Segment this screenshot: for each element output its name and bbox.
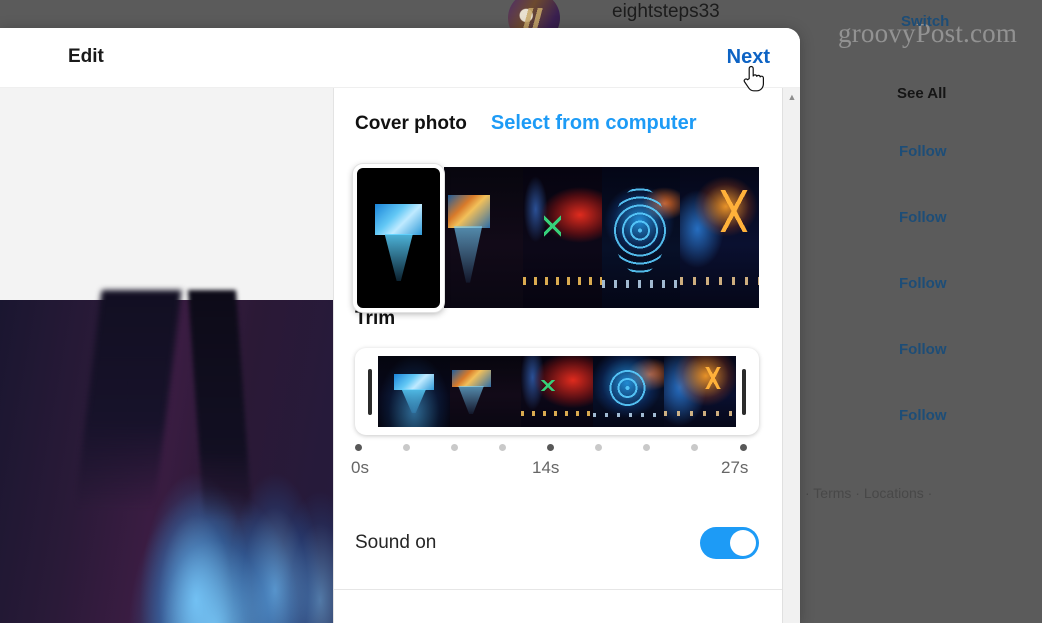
timeline-tick-6 [595,444,602,451]
footer-links[interactable]: · Terms · Locations · [805,485,932,501]
frame-stagelights-graphic [601,279,681,289]
frame-rings-graphic [614,186,667,275]
cover-frame-2[interactable] [444,167,524,308]
frame-stagelights-graphic [680,277,759,286]
frame-squiggle-graphic [714,189,753,232]
modal-header: Edit Next [0,28,800,88]
trim-frame-3[interactable] [521,356,593,427]
timeline-time-labels: 0s 14s 27s [351,458,759,480]
timeline-tick-row [355,442,759,454]
timeline-tick-9 [740,444,747,451]
cover-photo-label: Cover photo [355,113,467,134]
trim-timeline[interactable] [355,348,759,435]
cover-frame-5[interactable] [680,167,759,308]
trim-frame-5[interactable] [664,356,736,427]
trim-frame-4[interactable] [592,356,665,427]
frame-lightbeam-graphic [453,226,483,283]
trim-handle-start[interactable] [368,368,372,415]
trim-handle-end[interactable] [742,368,746,415]
frame-rings-graphic [604,365,652,410]
panel-scrollbar[interactable]: ▲ [782,88,800,623]
cover-photo-section-header: Cover photo Select from computer [355,112,697,135]
timeline-tick-4 [499,444,506,451]
profile-username: eightsteps33 [612,1,720,22]
cover-photo-filmstrip[interactable] [353,164,759,312]
frame-laser-graphic [539,380,556,392]
frame-stagelights-graphic [521,411,593,416]
trim-frame-2[interactable] [449,356,522,427]
timeline-tick-1 [355,444,362,451]
cover-frame-4[interactable] [601,167,681,308]
select-from-computer-link[interactable]: Select from computer [491,112,697,135]
frame-stagelights-graphic [592,412,665,418]
next-button[interactable]: Next [727,46,770,69]
video-preview-pane[interactable] [0,88,334,623]
timeline-tick-2 [403,444,410,451]
follow-button-4[interactable]: Follow [899,341,947,358]
follow-button-1[interactable]: Follow [899,143,947,160]
frame-laser-graphic [543,214,561,238]
follow-button-5[interactable]: Follow [899,407,947,424]
frame-squiggle-graphic [695,367,731,389]
scroll-up-arrow-icon[interactable]: ▲ [783,88,800,106]
page-title: Edit [68,46,104,67]
timeline-tick-7 [643,444,650,451]
video-preview-frame[interactable] [0,300,333,623]
cover-frame-3[interactable] [523,167,602,308]
panel-divider [334,589,800,590]
timeline-tick-5 [547,444,554,451]
frame-stagelights-graphic [523,277,602,286]
frame-screen-graphic [375,204,423,236]
see-all-link[interactable]: See All [897,85,946,102]
trim-end-time: 27s [721,458,749,477]
edit-video-modal: Edit Next Cover photo Select from comput… [0,28,800,623]
frame-stagelights-graphic [664,411,736,416]
switch-account-link[interactable]: Switch [901,13,949,30]
frame-lightbeam-graphic [458,385,484,415]
cover-frame-1[interactable] [353,164,445,312]
sound-toggle[interactable] [700,527,759,559]
edit-options-panel: Cover photo Select from computer Trim 0s… [334,88,800,623]
frame-lightbeam-graphic [401,389,426,414]
follow-button-2[interactable]: Follow [899,209,947,226]
frame-lightbeam-graphic [384,233,413,282]
frame-screen-graphic [447,195,491,228]
modal-body: Cover photo Select from computer Trim 0s… [0,88,800,623]
sound-on-label: Sound on [355,532,437,553]
follow-button-3[interactable]: Follow [899,275,947,292]
frame-screen-graphic [393,374,434,391]
sound-setting-row: Sound on [355,521,759,565]
trim-frame-1[interactable] [378,356,450,427]
timeline-tick-3 [451,444,458,451]
frame-screen-graphic [452,370,492,387]
timeline-tick-8 [691,444,698,451]
trim-filmstrip[interactable] [378,356,736,427]
trim-start-time: 0s [351,458,369,477]
sound-toggle-knob [730,530,756,556]
trim-mid-time: 14s [532,458,560,477]
